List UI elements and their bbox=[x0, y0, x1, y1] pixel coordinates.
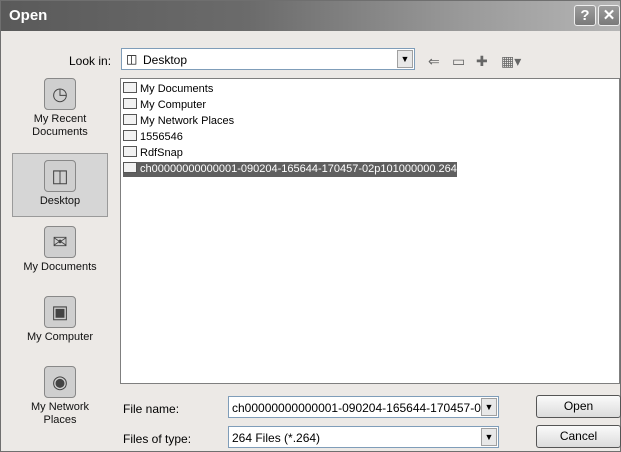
list-item[interactable]: 1556546 bbox=[123, 130, 183, 145]
list-item-selected[interactable]: ch00000000000001-090204-165644-170457-02… bbox=[123, 162, 457, 177]
title-bar: Open ? ✕ bbox=[1, 1, 620, 31]
place-label-line2: Documents bbox=[32, 126, 88, 138]
list-item[interactable]: My Documents bbox=[123, 82, 213, 97]
help-button[interactable]: ? bbox=[574, 5, 596, 26]
open-dialog: Open ? ✕ Look in: ◫ Desktop ▼ ⇐ ▭ ✚ ▦▾ ◷… bbox=[0, 0, 621, 452]
file-type-dropdown[interactable]: 264 Files (*.264) ▼ bbox=[228, 426, 499, 448]
folder-icon bbox=[123, 130, 137, 141]
look-in-label: Look in: bbox=[69, 54, 112, 68]
chevron-down-icon[interactable]: ▼ bbox=[481, 398, 497, 416]
file-type-label: Files of type: bbox=[123, 432, 192, 446]
list-item[interactable]: My Computer bbox=[123, 98, 206, 113]
place-label: Desktop bbox=[39, 195, 81, 207]
my-computer-icon: ▣ bbox=[44, 296, 76, 328]
look-in-value: Desktop bbox=[143, 53, 188, 67]
place-label: My Documents bbox=[23, 261, 97, 273]
file-name-field[interactable]: ch00000000000001-090204-165644-170457-0:… bbox=[228, 396, 499, 418]
item-name: RdfSnap bbox=[140, 147, 183, 159]
file-type-value: 264 Files (*.264) bbox=[232, 431, 321, 445]
desktop-icon: ◫ bbox=[126, 52, 138, 66]
close-button[interactable]: ✕ bbox=[598, 5, 620, 26]
folder-icon bbox=[123, 82, 137, 93]
chevron-down-icon[interactable]: ▼ bbox=[481, 428, 497, 446]
look-in-dropdown[interactable]: ◫ Desktop ▼ bbox=[121, 48, 415, 70]
list-item[interactable]: My Network Places bbox=[123, 114, 234, 129]
up-folder-icon[interactable]: ▭ bbox=[452, 53, 465, 70]
file-name-value: ch00000000000001-090204-165644-170457-0: bbox=[232, 401, 482, 415]
item-name: ch00000000000001-090204-165644-170457-02… bbox=[140, 163, 457, 175]
cancel-button[interactable]: Cancel bbox=[536, 425, 621, 448]
item-name: My Documents bbox=[140, 83, 214, 95]
place-label: My Recent bbox=[33, 113, 87, 125]
folder-icon bbox=[123, 146, 137, 157]
file-name-label: File name: bbox=[123, 402, 180, 416]
item-name: 1556546 bbox=[140, 131, 183, 143]
new-folder-icon[interactable]: ✚ bbox=[476, 53, 488, 70]
place-label: My Computer bbox=[26, 331, 94, 343]
place-my-recent-documents[interactable]: ◷ My Recent Documents bbox=[12, 78, 108, 138]
places-bar: ◷ My Recent Documents ◫ Desktop ✉ My Doc… bbox=[12, 68, 108, 448]
list-item[interactable]: RdfSnap bbox=[123, 146, 183, 161]
network-icon bbox=[123, 114, 137, 125]
view-menu-icon[interactable]: ▦▾ bbox=[501, 53, 521, 70]
file-icon bbox=[123, 162, 137, 173]
place-label-line2: Places bbox=[43, 414, 77, 426]
chevron-down-icon[interactable]: ▼ bbox=[397, 50, 413, 68]
place-desktop[interactable]: ◫ Desktop bbox=[12, 153, 108, 217]
place-my-network-places[interactable]: ◉ My Network Places bbox=[12, 366, 108, 432]
network-places-icon: ◉ bbox=[44, 366, 76, 398]
open-button[interactable]: Open bbox=[536, 395, 621, 418]
item-name: My Computer bbox=[140, 99, 207, 111]
computer-icon bbox=[123, 98, 137, 109]
place-my-computer[interactable]: ▣ My Computer bbox=[12, 296, 108, 346]
desktop-icon: ◫ bbox=[44, 160, 76, 192]
recent-documents-icon: ◷ bbox=[44, 78, 76, 110]
file-list[interactable]: My Documents My Computer My Network Plac… bbox=[120, 78, 620, 384]
place-my-documents[interactable]: ✉ My Documents bbox=[12, 226, 108, 276]
back-icon[interactable]: ⇐ bbox=[428, 53, 440, 70]
my-documents-icon: ✉ bbox=[44, 226, 76, 258]
item-name: My Network Places bbox=[140, 115, 235, 127]
dialog-title: Open bbox=[9, 7, 48, 24]
place-label: My Network bbox=[30, 401, 90, 413]
